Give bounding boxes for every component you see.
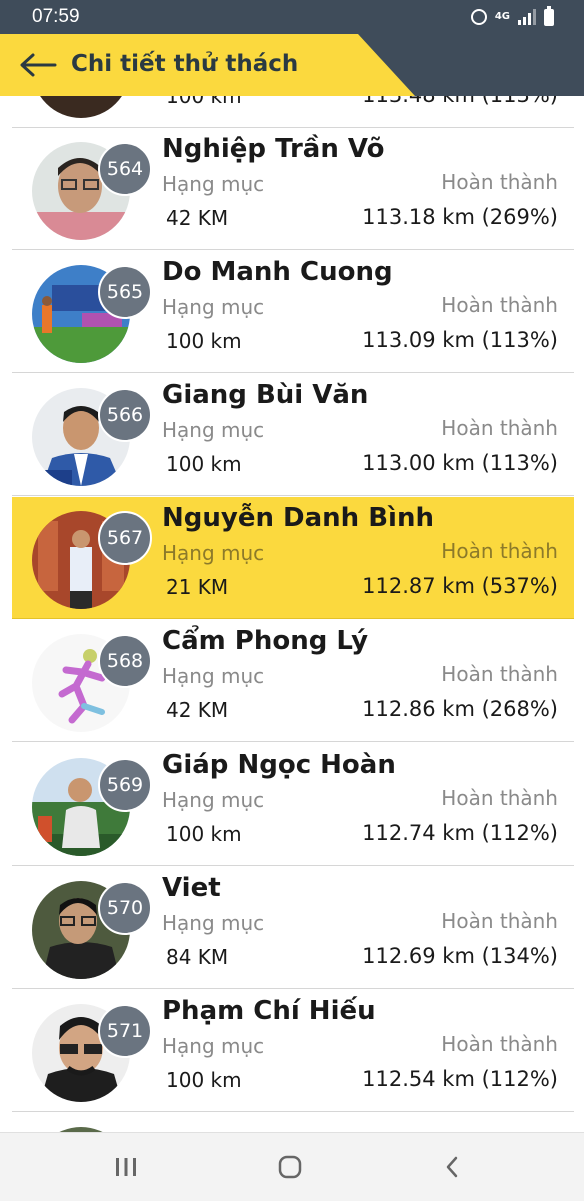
list-item[interactable]: 569 Giáp Ngọc Hoàn Hạng mục Hoàn thành 1… <box>12 744 574 866</box>
category-value: 21 KM <box>166 575 229 599</box>
completed-value: 113.00 km (113%) <box>362 451 558 475</box>
category-label: Hạng mục <box>162 295 265 319</box>
list-item[interactable]: 564 Nghiệp Trần Võ Hạng mục Hoàn thành 4… <box>12 128 574 250</box>
completed-label: Hoàn thành <box>441 786 558 810</box>
participant-name: Nghiệp Trần Võ <box>162 134 385 164</box>
category-value: 100 km <box>166 452 242 476</box>
battery-icon <box>544 5 554 26</box>
rank-badge: 567 <box>98 511 152 565</box>
home-button[interactable] <box>270 1151 310 1183</box>
completed-value: 112.87 km (537%) <box>362 574 558 598</box>
list-item-current-user[interactable]: 567 Nguyễn Danh Bình Hạng mục Hoàn thành… <box>12 497 574 619</box>
category-value: 100 km <box>166 822 242 846</box>
list-item[interactable]: 565 Do Manh Cuong Hạng mục Hoàn thành 10… <box>12 251 574 373</box>
participant-name: Cẩm Phong Lý <box>162 626 369 656</box>
category-label: Hạng mục <box>162 418 265 442</box>
completed-label: Hoàn thành <box>441 909 558 933</box>
leaderboard-list[interactable]: 100 km 113.48 km (113%) 564 Nghiệp Trần … <box>0 96 584 1132</box>
back-button[interactable] <box>18 48 58 82</box>
rank-badge: 566 <box>98 388 152 442</box>
category-label: Hạng mục <box>162 664 265 688</box>
list-item[interactable]: 570 Viet Hạng mục Hoàn thành 84 KM 112.6… <box>12 867 574 989</box>
home-icon <box>278 1155 302 1179</box>
list-item-partial[interactable]: 100 km 113.48 km (113%) <box>12 96 574 128</box>
network-type: 4G <box>494 11 510 22</box>
list-item-partial[interactable] <box>12 1113 574 1132</box>
category-value: 42 KM <box>166 698 229 722</box>
category-label: Hạng mục <box>162 541 265 565</box>
rank-badge: 571 <box>98 1004 152 1058</box>
back-nav-button[interactable] <box>432 1151 472 1183</box>
app-header: Chi tiết thử thách <box>0 34 584 96</box>
rank-badge: 569 <box>98 758 152 812</box>
list-item[interactable]: 571 Phạm Chí Hiếu Hạng mục Hoàn thành 10… <box>12 990 574 1112</box>
participant-name: Giáp Ngọc Hoàn <box>162 750 396 780</box>
recent-apps-button[interactable] <box>106 1151 146 1183</box>
completed-value: 113.48 km (113%) <box>362 96 558 107</box>
alarm-icon <box>470 9 487 25</box>
status-bar: 07:59 4G <box>0 0 584 34</box>
completed-label: Hoàn thành <box>441 662 558 686</box>
rank-badge: 570 <box>98 881 152 935</box>
completed-label: Hoàn thành <box>441 293 558 317</box>
back-arrow-icon <box>20 53 57 77</box>
rank-badge: 565 <box>98 265 152 319</box>
completed-value: 113.18 km (269%) <box>362 205 558 229</box>
status-icons: 4G <box>470 5 554 26</box>
category-value: 84 KM <box>166 945 229 969</box>
completed-value: 112.54 km (112%) <box>362 1067 558 1091</box>
system-nav-bar <box>0 1132 584 1201</box>
category-label: Hạng mục <box>162 911 265 935</box>
category-value: 100 km <box>166 96 242 108</box>
recent-apps-icon <box>116 1158 136 1176</box>
avatar <box>32 96 130 118</box>
category-value: 42 KM <box>166 206 229 230</box>
participant-name: Nguyễn Danh Bình <box>162 503 434 533</box>
completed-value: 112.86 km (268%) <box>362 697 558 721</box>
category-label: Hạng mục <box>162 788 265 812</box>
completed-value: 112.74 km (112%) <box>362 821 558 845</box>
back-icon <box>446 1156 458 1178</box>
completed-value: 112.69 km (134%) <box>362 944 558 968</box>
participant-name: Phạm Chí Hiếu <box>162 996 376 1026</box>
completed-label: Hoàn thành <box>441 539 558 563</box>
page-title: Chi tiết thử thách <box>71 51 299 77</box>
completed-value: 113.09 km (113%) <box>362 328 558 352</box>
category-label: Hạng mục <box>162 1034 265 1058</box>
participant-name: Do Manh Cuong <box>162 257 393 287</box>
participant-name: Viet <box>162 873 221 903</box>
category-value: 100 km <box>166 1068 242 1092</box>
list-item[interactable]: 566 Giang Bùi Văn Hạng mục Hoàn thành 10… <box>12 374 574 496</box>
list-item[interactable]: 568 Cẩm Phong Lý Hạng mục Hoàn thành 42 … <box>12 620 574 742</box>
rank-badge: 568 <box>98 634 152 688</box>
participant-name: Giang Bùi Văn <box>162 380 369 410</box>
completed-label: Hoàn thành <box>441 170 558 194</box>
completed-label: Hoàn thành <box>441 1032 558 1056</box>
status-time: 07:59 <box>32 6 80 27</box>
rank-badge: 564 <box>98 142 152 196</box>
category-value: 100 km <box>166 329 242 353</box>
category-label: Hạng mục <box>162 172 265 196</box>
signal-icon <box>518 9 536 25</box>
completed-label: Hoàn thành <box>441 416 558 440</box>
